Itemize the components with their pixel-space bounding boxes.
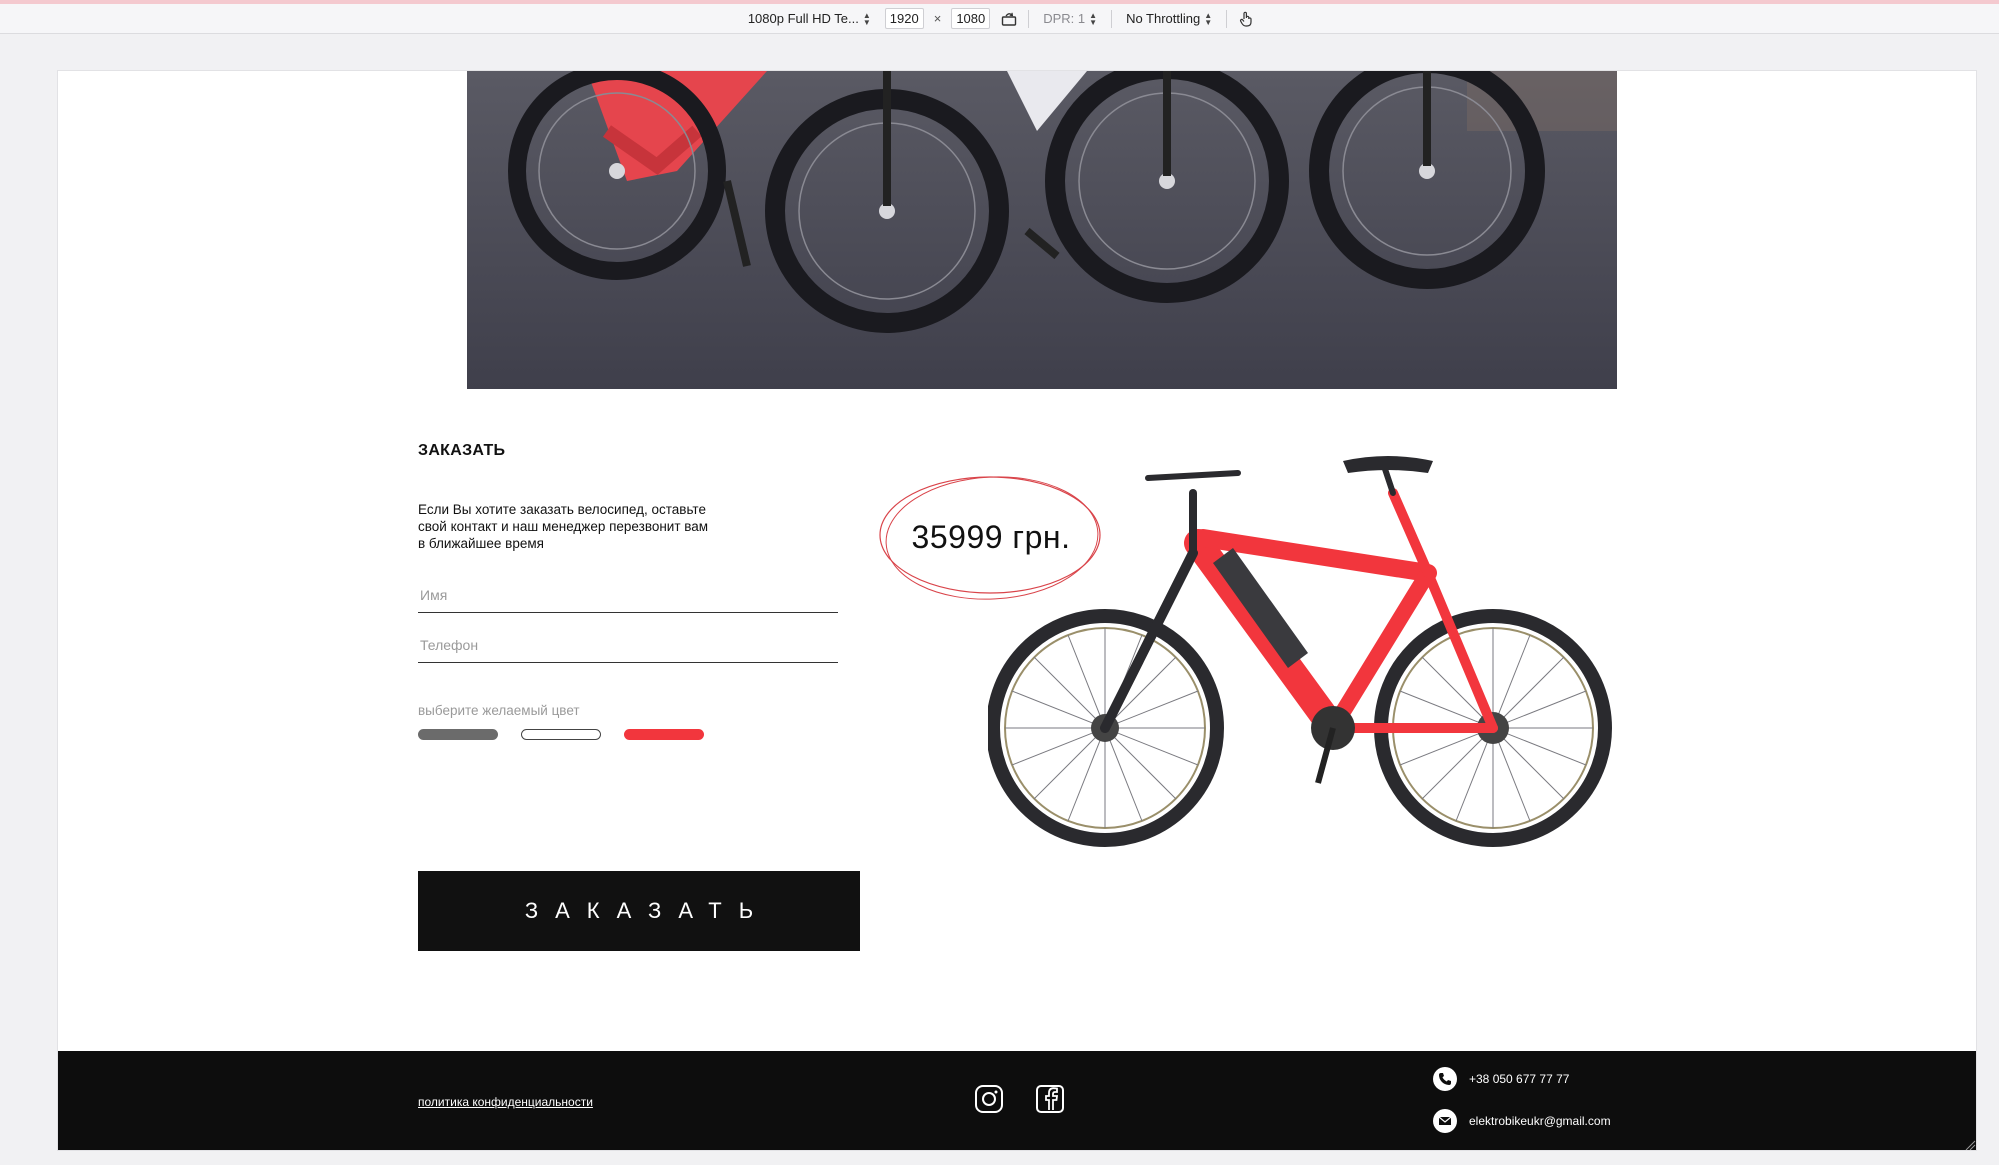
toolbar-divider <box>1028 9 1030 28</box>
order-description: Если Вы хотите заказать велосипед, остав… <box>418 502 709 551</box>
order-title: ЗАКАЗАТЬ <box>418 442 506 459</box>
resize-grip-icon[interactable] <box>1964 1138 1976 1150</box>
phone-field[interactable] <box>418 627 838 663</box>
dpr-label: DPR: 1 <box>1043 11 1086 26</box>
color-swatch-white[interactable] <box>521 729 601 740</box>
toolbar-divider <box>1226 9 1228 28</box>
contact-email[interactable]: elektrobikeukr@gmail.com <box>1433 1109 1611 1133</box>
name-input[interactable] <box>418 577 838 612</box>
instagram-icon[interactable] <box>973 1083 1005 1115</box>
product-bike-image <box>986 453 1618 853</box>
touch-simulation-icon[interactable] <box>1237 10 1255 28</box>
phone-input[interactable] <box>418 627 838 662</box>
phone-icon <box>1433 1067 1457 1091</box>
envelope-icon <box>1433 1109 1457 1133</box>
device-select-label: 1080p Full HD Te... <box>747 11 859 26</box>
select-arrows-icon: ▲ ▼ <box>862 10 871 27</box>
facebook-icon[interactable] <box>1034 1083 1066 1115</box>
devtools-toolbar: 1080p Full HD Te... ▲ ▼ 1920 × 1080 DPR: … <box>0 4 1999 34</box>
dimension-separator: × <box>933 11 942 26</box>
select-arrows-icon: ▲ ▼ <box>1089 10 1098 27</box>
page-viewport: ЗАКАЗАТЬ Если Вы хотите заказать велосип… <box>57 70 1977 1151</box>
hero-bikes-photo <box>467 71 1617 389</box>
throttling-label: No Throttling <box>1126 11 1201 26</box>
dpr-select[interactable]: DPR: 1 ▲ ▼ <box>1039 9 1101 28</box>
width-input[interactable]: 1920 <box>884 8 924 29</box>
color-swatch-gray[interactable] <box>418 729 498 740</box>
privacy-policy-link[interactable]: политика конфиденциальности <box>418 1095 593 1109</box>
device-select[interactable]: 1080p Full HD Te... ▲ ▼ <box>744 9 875 28</box>
height-input[interactable]: 1080 <box>951 8 991 29</box>
footer: политика конфиденциальности +38 050 677 … <box>58 1051 1976 1150</box>
name-field[interactable] <box>418 577 838 613</box>
order-button[interactable]: ЗАКАЗАТЬ <box>418 871 860 951</box>
color-swatch-red[interactable] <box>624 729 704 740</box>
throttling-select[interactable]: No Throttling ▲ ▼ <box>1122 9 1216 28</box>
color-label: выберите желаемый цвет <box>418 703 580 718</box>
rotate-icon[interactable] <box>1000 10 1018 28</box>
toolbar-divider <box>1111 9 1113 28</box>
select-arrows-icon: ▲ ▼ <box>1204 10 1213 27</box>
email-address: elektrobikeukr@gmail.com <box>1469 1114 1611 1128</box>
contact-phone[interactable]: +38 050 677 77 77 <box>1433 1067 1569 1091</box>
phone-number: +38 050 677 77 77 <box>1469 1072 1570 1086</box>
